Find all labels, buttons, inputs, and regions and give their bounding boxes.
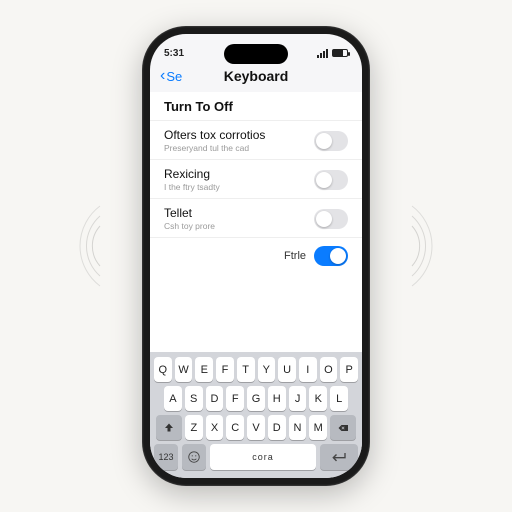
key-y[interactable]: y — [258, 357, 276, 382]
backspace-icon — [337, 422, 349, 434]
backspace-key[interactable] — [330, 415, 356, 440]
key-f[interactable]: f — [226, 386, 244, 411]
setting-row: Turn To Off — [150, 92, 362, 121]
shift-icon — [163, 422, 175, 434]
key-o[interactable]: o — [320, 357, 338, 382]
setting-sub: Csh toy prore — [164, 221, 215, 231]
emoji-key[interactable] — [182, 444, 206, 470]
keyboard-row: zxcvdnm — [154, 415, 358, 440]
keyboard: qweftyuiop asdfghjkl zxcvdnm 123 cora — [150, 352, 362, 478]
keyboard-row: qweftyuiop — [154, 357, 358, 382]
setting-label: Ftrle — [284, 250, 306, 262]
key-d[interactable]: d — [206, 386, 224, 411]
setting-sub: I the ftry tsadty — [164, 182, 220, 192]
setting-label: Tellet — [164, 206, 215, 220]
key-h[interactable]: h — [268, 386, 286, 411]
key-d[interactable]: d — [268, 415, 286, 440]
key-k[interactable]: k — [309, 386, 327, 411]
signal-waves-right — [402, 196, 462, 296]
setting-row: Tellet Csh toy prore — [150, 199, 362, 238]
battery-icon — [332, 49, 348, 57]
signal-waves-left — [50, 196, 110, 296]
toggle-switch[interactable] — [314, 246, 348, 266]
settings-list: Turn To Off Ofters tox corrotios Presery… — [150, 92, 362, 352]
cellular-icon — [317, 49, 328, 58]
key-g[interactable]: g — [247, 386, 265, 411]
key-e[interactable]: e — [195, 357, 213, 382]
setting-sub: Preseryand tul the cad — [164, 143, 265, 153]
status-time: 5:31 — [164, 48, 184, 59]
key-m[interactable]: m — [309, 415, 327, 440]
key-u[interactable]: u — [278, 357, 296, 382]
key-q[interactable]: q — [154, 357, 172, 382]
key-l[interactable]: l — [330, 386, 348, 411]
page-title: Keyboard — [150, 68, 362, 84]
key-s[interactable]: s — [185, 386, 203, 411]
key-a[interactable]: a — [164, 386, 182, 411]
dynamic-island — [224, 44, 288, 64]
setting-label: Turn To Off — [164, 99, 233, 114]
key-c[interactable]: c — [226, 415, 244, 440]
key-f[interactable]: f — [216, 357, 234, 382]
keyboard-bottom-row: 123 cora — [154, 444, 358, 470]
setting-row: Ofters tox corrotios Preseryand tul the … — [150, 121, 362, 160]
setting-row: Ftrle — [150, 238, 362, 274]
nav-bar: ‹ Se Keyboard — [150, 62, 362, 92]
key-w[interactable]: w — [175, 357, 193, 382]
toggle-switch[interactable] — [314, 131, 348, 151]
key-z[interactable]: z — [185, 415, 203, 440]
key-n[interactable]: n — [289, 415, 307, 440]
key-j[interactable]: j — [289, 386, 307, 411]
numbers-key[interactable]: 123 — [154, 444, 178, 470]
toggle-switch[interactable] — [314, 170, 348, 190]
keyboard-row: asdfghjkl — [154, 386, 358, 411]
setting-label: Rexicing — [164, 167, 220, 181]
space-key[interactable]: cora — [210, 444, 316, 470]
shift-key[interactable] — [156, 415, 182, 440]
setting-row: Rexicing I the ftry tsadty — [150, 160, 362, 199]
setting-label: Ofters tox corrotios — [164, 128, 265, 142]
key-i[interactable]: i — [299, 357, 317, 382]
screen: 5:31 ‹ Se Keyboard Turn To Off Ofters to… — [150, 34, 362, 478]
phone-frame: 5:31 ‹ Se Keyboard Turn To Off Ofters to… — [142, 26, 370, 486]
key-x[interactable]: x — [206, 415, 224, 440]
key-v[interactable]: v — [247, 415, 265, 440]
return-key[interactable] — [320, 444, 358, 470]
return-icon — [331, 451, 347, 463]
toggle-switch[interactable] — [314, 209, 348, 229]
emoji-icon — [187, 450, 201, 464]
key-p[interactable]: p — [340, 357, 358, 382]
key-t[interactable]: t — [237, 357, 255, 382]
